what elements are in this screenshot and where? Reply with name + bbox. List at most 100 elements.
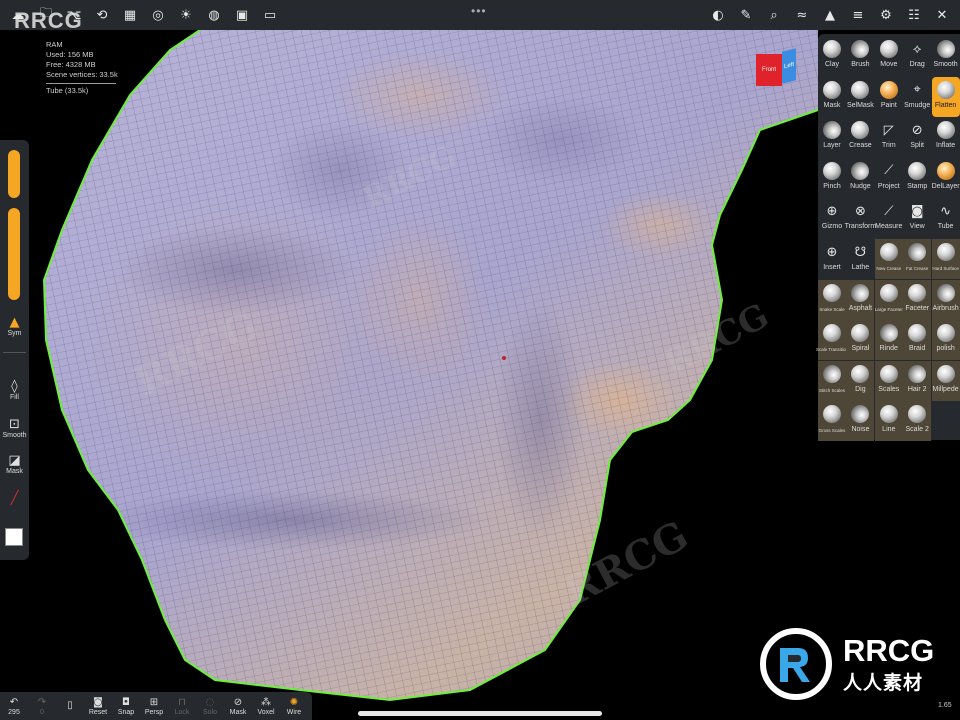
tool-faceter[interactable]: Faceter (903, 279, 932, 320)
tool-new-crease[interactable]: New Crease (874, 239, 903, 279)
wire-button[interactable]: ✺ Wire (280, 692, 308, 720)
tool-hair-2[interactable]: Hair 2 (903, 360, 932, 401)
pen-icon[interactable]: ✎ (732, 0, 760, 30)
tool-flatten[interactable]: Flatten (931, 76, 960, 117)
device-button[interactable]: ▯ (56, 692, 84, 720)
tool-millpede[interactable]: Millpede (931, 360, 960, 401)
tool-fat-crease[interactable]: Fat Crease (903, 239, 932, 279)
slash-icon: ╱ (10, 491, 19, 506)
tool-gizmo[interactable]: ⊕ Gizmo (818, 198, 846, 238)
palette-icon[interactable]: ◍ (200, 0, 228, 30)
tool-airbrush[interactable]: Airbrush (931, 279, 960, 320)
tool-measure[interactable]: ⟋ Measure (875, 198, 903, 238)
tool-nudge[interactable]: Nudge (846, 158, 874, 198)
tool-selmask[interactable]: SelMask (846, 77, 874, 117)
cube-left-face[interactable]: Left (782, 48, 796, 84)
sculpt-viewport[interactable] (0, 0, 960, 720)
settings-icon[interactable]: ⚙ (872, 0, 900, 30)
snap-button[interactable]: ◘ Snap (112, 692, 140, 720)
tool-gross-scales[interactable]: Gross Scales (818, 401, 846, 442)
fill-button[interactable]: ◊ Fill (0, 380, 29, 402)
sym-toggle[interactable]: ▲ Sym (0, 316, 29, 338)
layers-icon[interactable]: ≡ (844, 0, 872, 30)
view-cube[interactable]: Front Left (756, 48, 800, 86)
cube-front-face[interactable]: Front (756, 54, 782, 86)
stroke-icon[interactable]: ≈ (788, 0, 816, 30)
tool-rinde[interactable]: Rinde (874, 320, 903, 361)
tools-icon[interactable]: ✕ (928, 0, 956, 30)
sliders-icon[interactable]: ☷ (900, 0, 928, 30)
radius-slider[interactable] (8, 150, 20, 198)
tool-smooth[interactable]: Smooth (932, 36, 960, 76)
undo-button[interactable]: ↶ 295 (0, 692, 28, 720)
tool-project[interactable]: ⟋ Project (875, 158, 903, 198)
solo-button[interactable]: ◌ Solo (196, 692, 224, 720)
selected-object: Tube (33.5k) (46, 86, 89, 95)
tool-lathe[interactable]: ☋ Lathe (846, 239, 874, 279)
tool-tube[interactable]: ∿ Tube (932, 198, 960, 238)
tool-spiral[interactable]: Spiral (846, 320, 875, 361)
tool-move[interactable]: Move (875, 36, 903, 76)
grid-icon[interactable]: ▦ (116, 0, 144, 30)
material-icon[interactable]: ◐ (704, 0, 732, 30)
tool-stitch-scales[interactable]: Stitch Scales (818, 360, 846, 401)
lock-button[interactable]: ⊓ Lock (168, 692, 196, 720)
mesh-render[interactable] (0, 0, 960, 720)
voxel-button[interactable]: ⁂ Voxel (252, 692, 280, 720)
home-indicator[interactable] (358, 711, 602, 716)
fps-readout: 1.65 (938, 702, 952, 709)
mask-visibility-button[interactable]: ⊘ Mask (224, 692, 252, 720)
persp-button[interactable]: ⊞ Persp (140, 692, 168, 720)
tool-view[interactable]: ◙ View (903, 198, 931, 238)
tool-smudge[interactable]: ⌖ Smudge (903, 77, 931, 117)
tool-asphalt[interactable]: Asphalt (846, 279, 875, 320)
image-icon[interactable]: ▣ (228, 0, 256, 30)
smooth-button[interactable]: ⊡ Smooth (0, 418, 29, 440)
tool-noise[interactable]: Noise (846, 401, 875, 442)
topology-icon[interactable]: ▲ (816, 0, 844, 30)
tool-label: Layer (823, 142, 841, 150)
tool-scale-2[interactable]: Scale 2 (903, 401, 932, 442)
tool-crease[interactable]: Crease (846, 117, 874, 157)
tool-label: Braid (909, 345, 926, 353)
mask-button[interactable]: ◪ Mask (0, 454, 29, 476)
history-icon[interactable]: ⟲ (88, 0, 116, 30)
tool-trim[interactable]: ◸ Trim (875, 117, 903, 157)
tool-paint[interactable]: Paint (875, 77, 903, 117)
sphere-icon[interactable]: ◎ (144, 0, 172, 30)
tool-hard-surface[interactable]: Hard Surface (931, 239, 960, 279)
stroke-preview[interactable]: ╱ (0, 492, 29, 506)
tool-stamp[interactable]: Stamp (903, 158, 931, 198)
tool-inflate[interactable]: Inflate (932, 117, 960, 157)
tool-mask[interactable]: Mask (818, 77, 846, 117)
tool-dellayer[interactable]: DelLayer (932, 158, 960, 198)
tool-braid[interactable]: Braid (903, 320, 932, 361)
divider (3, 352, 26, 353)
intensity-slider[interactable] (8, 208, 20, 300)
tool-transform[interactable]: ⊗ Transform (845, 198, 877, 238)
color-swatch[interactable] (5, 528, 23, 546)
video-icon[interactable]: ▭ (256, 0, 284, 30)
sphere-brush-icon (823, 80, 841, 99)
reset-button[interactable]: ◙ Reset (84, 692, 112, 720)
tool-drag[interactable]: ⟡ Drag (903, 36, 931, 76)
more-dots-icon[interactable]: ••• (471, 4, 487, 18)
light-icon[interactable]: ☀ (172, 0, 200, 30)
tool-split[interactable]: ⊘ Split (903, 117, 931, 157)
tool-dig[interactable]: Dig (846, 360, 875, 401)
tool-layer[interactable]: Layer (818, 117, 846, 157)
camera-snap-icon: ◘ (122, 696, 130, 708)
tool-clay[interactable]: Clay (818, 36, 846, 76)
tool-large-faceter[interactable]: Large Faceter (874, 279, 903, 320)
tool-snake-scale[interactable]: Snake Scale (818, 279, 846, 320)
redo-button[interactable]: ↷ 0 (28, 692, 56, 720)
top-toolbar: ☁ 🗀 ⌥ ⟲ ▦ ◎ ☀ ◍ ▣ ▭ ••• ◐ ✎ ⌕ ≈ ▲ ≡ ⚙ ☷ … (0, 0, 960, 30)
tool-line[interactable]: Line (874, 401, 903, 442)
tool-brush[interactable]: Brush (846, 36, 874, 76)
tool-pinch[interactable]: Pinch (818, 158, 846, 198)
tool-scales[interactable]: Scales (874, 360, 903, 401)
tool-scale-transition[interactable]: Scale Transition (816, 320, 848, 361)
tool-insert[interactable]: ⊕ Insert (818, 239, 846, 279)
brush-settings-icon[interactable]: ⌕ (760, 0, 788, 30)
tool-polish[interactable]: polish (931, 320, 960, 361)
